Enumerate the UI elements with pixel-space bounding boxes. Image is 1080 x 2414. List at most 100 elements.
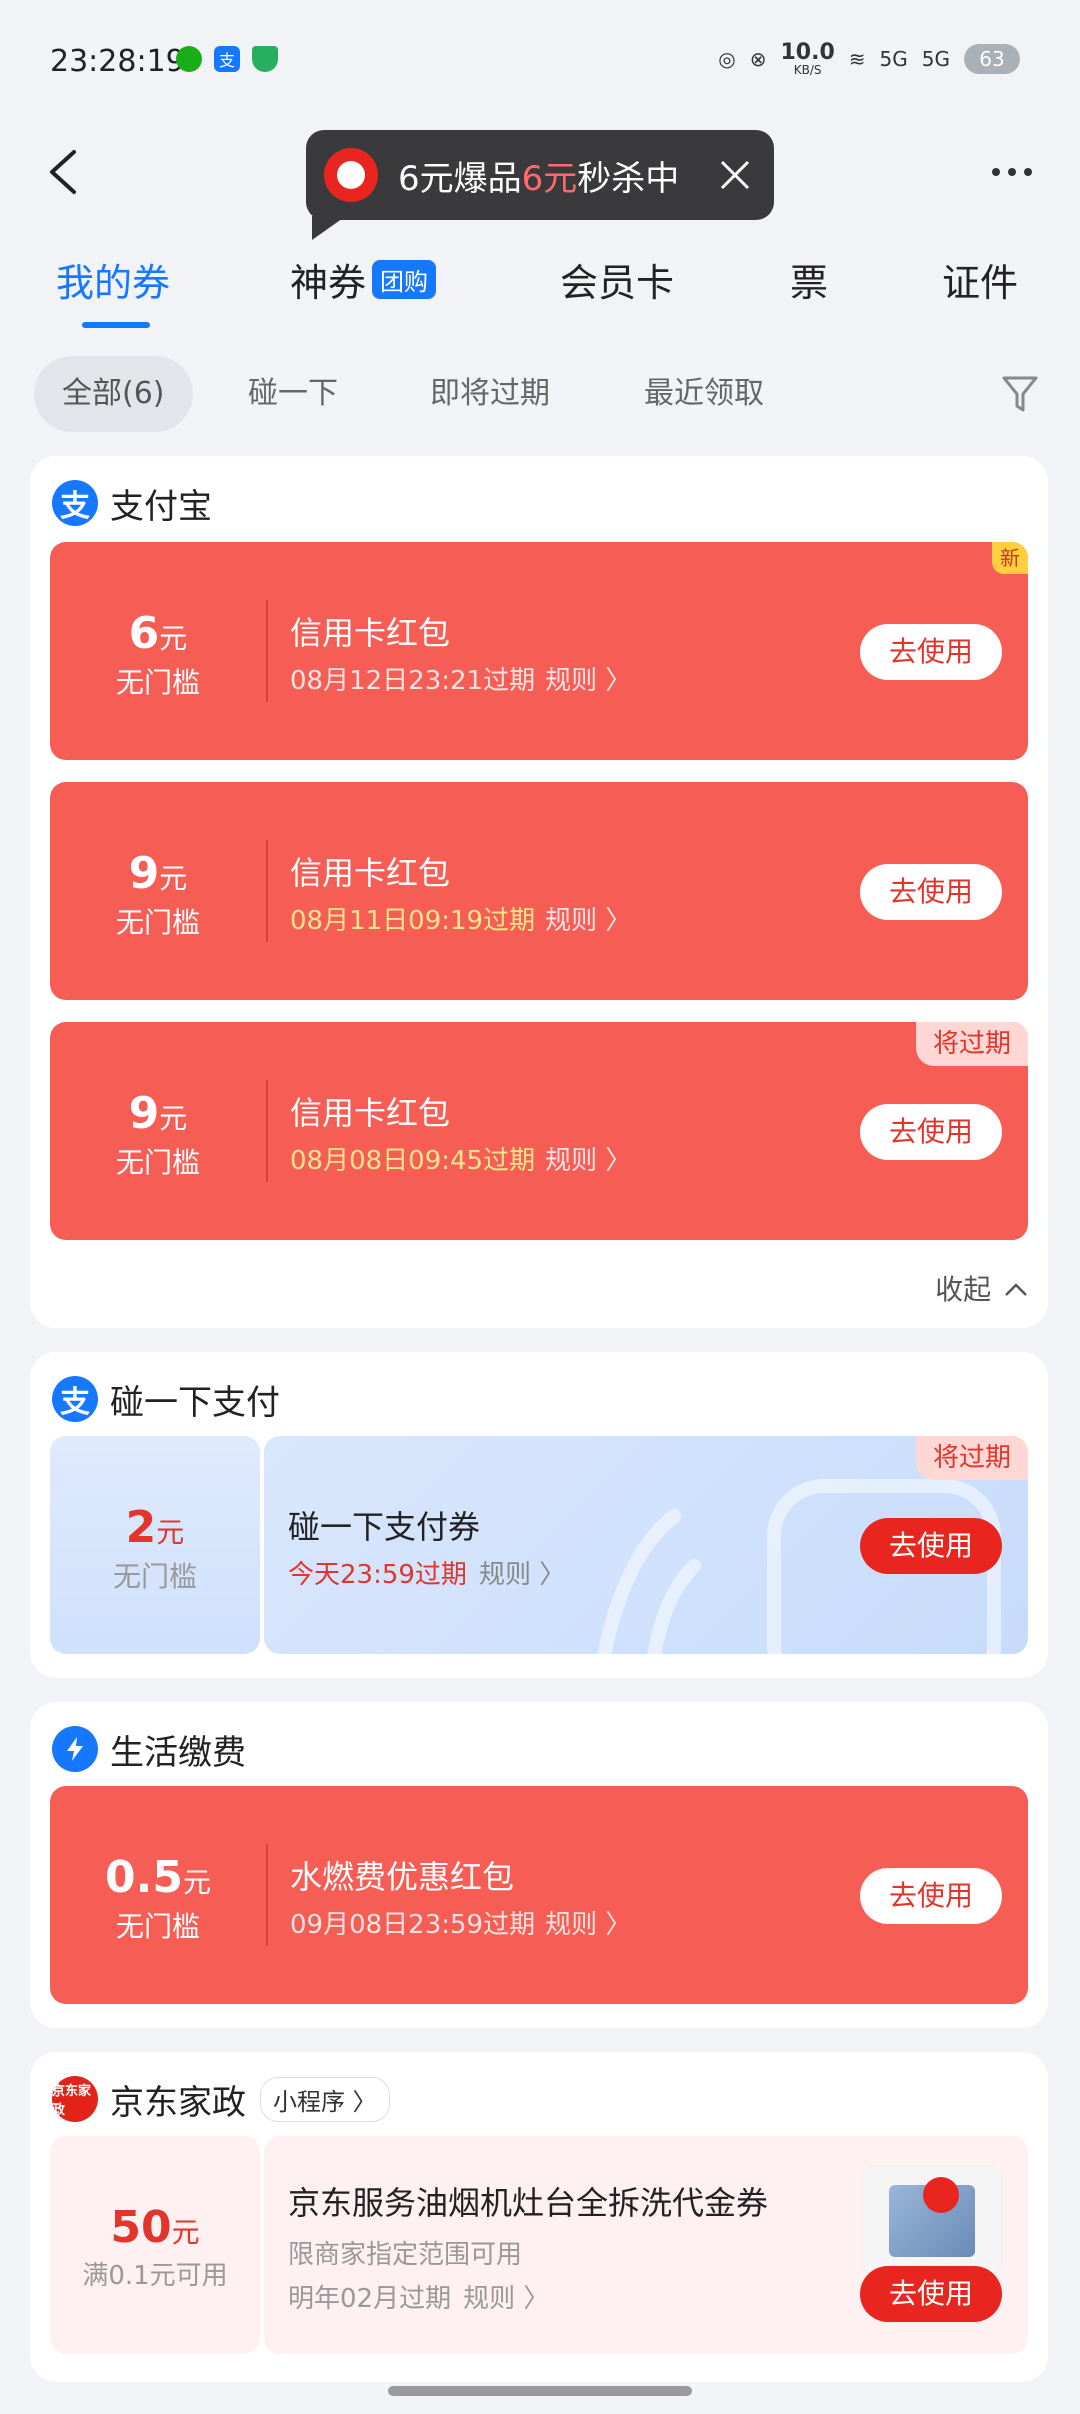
collapse-label: 收起 bbox=[935, 1273, 992, 1306]
group-buy-tag: 团购 bbox=[372, 260, 437, 299]
shield-notification-icon bbox=[252, 46, 278, 72]
promo-bubble[interactable]: 6元爆品 6元 秒杀中 bbox=[306, 130, 774, 240]
use-button[interactable]: 去使用 bbox=[860, 1518, 1002, 1574]
use-button[interactable]: 去使用 bbox=[860, 624, 1002, 680]
coupon-expiry: 08月11日09:19过期 规则 〉 bbox=[290, 900, 631, 937]
dnd-icon: ⊗ bbox=[749, 47, 767, 71]
expiry-date: 08月11日09:19过期 bbox=[290, 906, 536, 936]
expiring-badge: 将过期 bbox=[916, 1436, 1028, 1480]
filter-recent[interactable]: 最近领取 bbox=[644, 356, 764, 432]
coupon-scope: 限商家指定范围可用 bbox=[288, 2240, 523, 2270]
filter-icon[interactable] bbox=[1000, 372, 1040, 416]
filter-nfc[interactable]: 碰一下 bbox=[248, 356, 338, 432]
section-header: 支 碰一下支付 bbox=[52, 1374, 280, 1424]
coupon-title: 水燃费优惠红包 bbox=[290, 1858, 515, 1896]
coupon-amount: 0.5元 无门槛 bbox=[50, 1852, 266, 1945]
alipay-logo-icon: 支 bbox=[52, 480, 98, 526]
promo-mascot-icon bbox=[324, 148, 378, 202]
coupon-amount: 6元 无门槛 bbox=[50, 608, 266, 701]
amount-value: 2 bbox=[125, 1502, 157, 1553]
rule-link[interactable]: 规则 〉 bbox=[479, 1560, 565, 1590]
coupon-card[interactable]: 6元 无门槛 信用卡红包 08月12日23:21过期 规则 〉 去使用 新 bbox=[50, 542, 1028, 760]
section-header: 生活缴费 bbox=[52, 1724, 246, 1774]
coupon-condition: 无门槛 bbox=[115, 1910, 200, 1943]
more-options-icon[interactable] bbox=[988, 160, 1044, 184]
coupon-divider bbox=[266, 1844, 268, 1946]
wechat-notification-icon bbox=[176, 46, 202, 72]
amount-unit: 元 bbox=[171, 2216, 200, 2249]
rule-link[interactable]: 规则 〉 bbox=[545, 906, 631, 936]
coupon-amount: 9元 无门槛 bbox=[50, 1088, 266, 1181]
amount-value: 9 bbox=[128, 1088, 160, 1139]
amount-value: 9 bbox=[128, 848, 160, 899]
promo-text-1: 6元爆品 bbox=[398, 158, 522, 199]
signal-1: 5G bbox=[879, 47, 908, 71]
amount-value: 50 bbox=[110, 2202, 172, 2253]
filter-all[interactable]: 全部(6) bbox=[34, 356, 193, 432]
amount-value: 6 bbox=[128, 608, 160, 659]
battery-indicator: 63 bbox=[964, 44, 1020, 74]
coupon-detail-panel[interactable]: 碰一下支付券 今天23:59过期 规则 〉 去使用 将过期 bbox=[264, 1436, 1028, 1654]
coupon-title: 信用卡红包 bbox=[290, 614, 451, 652]
collapse-button[interactable]: 收起 bbox=[935, 1268, 1028, 1308]
rule-link[interactable]: 规则 〉 bbox=[545, 1146, 631, 1176]
coupon-card[interactable]: 9元 无门槛 信用卡红包 08月08日09:45过期 规则 〉 去使用 将过期 bbox=[50, 1022, 1028, 1240]
section-life-payment: 生活缴费 0.5元 无门槛 水燃费优惠红包 09月08日23:59过期 规则 〉 … bbox=[30, 1702, 1048, 2028]
amount-unit: 元 bbox=[182, 1866, 211, 1899]
alipay-logo-icon: 支 bbox=[52, 1376, 98, 1422]
tab-member-cards[interactable]: 会员卡 bbox=[560, 252, 674, 307]
coupon-expiry: 明年02月过期 规则 〉 bbox=[288, 2278, 549, 2315]
rule-link[interactable]: 规则 〉 bbox=[463, 2284, 549, 2314]
section-nfc-pay: 支 碰一下支付 2元 无门槛 碰一下支付券 今天23:59过期 规则 〉 去使用 … bbox=[30, 1352, 1048, 1678]
expiring-badge: 将过期 bbox=[916, 1022, 1028, 1066]
amount-unit: 元 bbox=[159, 862, 188, 895]
tab-super-coupons[interactable]: 神券 团购 bbox=[290, 252, 437, 307]
promo-text-2: 6元 bbox=[521, 158, 578, 199]
alipay-notification-icon: 支 bbox=[214, 46, 240, 72]
tab-super-coupons-label: 神券 bbox=[290, 261, 367, 305]
amount-unit: 元 bbox=[159, 622, 188, 655]
back-arrow-icon[interactable] bbox=[44, 148, 84, 196]
coupon-amount-panel[interactable]: 50元 满0.1元可用 bbox=[50, 2136, 260, 2354]
expiry-date: 08月08日09:45过期 bbox=[290, 1146, 536, 1176]
tab-documents[interactable]: 证件 bbox=[942, 252, 1018, 307]
active-tab-indicator bbox=[82, 322, 150, 328]
filter-expiring[interactable]: 即将过期 bbox=[430, 356, 550, 432]
coupon-detail-panel[interactable]: 京东服务油烟机灶台全拆洗代金券 限商家指定范围可用 明年02月过期 规则 〉 去使… bbox=[264, 2136, 1028, 2354]
section-alipay: 支 支付宝 6元 无门槛 信用卡红包 08月12日23:21过期 规则 〉 去使用… bbox=[30, 456, 1048, 1328]
coupon-title: 碰一下支付券 bbox=[288, 1508, 481, 1546]
coupon-amount-panel[interactable]: 2元 无门槛 bbox=[50, 1436, 260, 1654]
net-speed-value: 10.0 bbox=[780, 40, 835, 65]
coupon-divider bbox=[266, 1080, 268, 1182]
use-button[interactable]: 去使用 bbox=[860, 2266, 1002, 2322]
section-header: 京东家政 京东家政 小程序 〉 bbox=[52, 2074, 390, 2124]
coupon-condition: 无门槛 bbox=[115, 1146, 200, 1179]
rule-link[interactable]: 规则 〉 bbox=[545, 1910, 631, 1940]
section-title: 碰一下支付 bbox=[110, 1382, 280, 1423]
section-header: 支 支付宝 bbox=[52, 478, 212, 528]
status-time: 23:28:19 bbox=[50, 44, 185, 79]
new-badge: 新 bbox=[992, 542, 1028, 574]
coupon-divider bbox=[266, 600, 268, 702]
home-indicator[interactable] bbox=[388, 2386, 692, 2396]
tab-my-coupons[interactable]: 我的券 bbox=[56, 252, 170, 307]
filter-bar: 全部(6) 碰一下 即将过期 最近领取 bbox=[0, 356, 1080, 434]
coupon-card[interactable]: 0.5元 无门槛 水燃费优惠红包 09月08日23:59过期 规则 〉 去使用 bbox=[50, 1786, 1028, 2004]
use-button[interactable]: 去使用 bbox=[860, 1104, 1002, 1160]
rule-link[interactable]: 规则 〉 bbox=[545, 666, 631, 696]
main-tabs: 我的券 神券 团购 会员卡 票 证件 bbox=[0, 252, 1080, 332]
section-title: 支付宝 bbox=[110, 486, 212, 527]
mini-program-tag[interactable]: 小程序 〉 bbox=[260, 2076, 390, 2122]
bolt-logo-icon bbox=[52, 1726, 98, 1772]
close-icon[interactable] bbox=[718, 158, 752, 192]
section-jd-home: 京东家政 京东家政 小程序 〉 50元 满0.1元可用 京东服务油烟机灶台全拆洗… bbox=[30, 2052, 1048, 2382]
use-button[interactable]: 去使用 bbox=[860, 864, 1002, 920]
section-title: 京东家政 bbox=[110, 2082, 246, 2123]
amount-unit: 元 bbox=[156, 1516, 185, 1549]
use-button[interactable]: 去使用 bbox=[860, 1868, 1002, 1924]
tab-tickets[interactable]: 票 bbox=[790, 252, 828, 307]
coupon-title: 信用卡红包 bbox=[290, 854, 451, 892]
coupon-amount: 9元 无门槛 bbox=[50, 848, 266, 941]
coupon-card[interactable]: 9元 无门槛 信用卡红包 08月11日09:19过期 规则 〉 去使用 bbox=[50, 782, 1028, 1000]
chevron-up-icon bbox=[1005, 1283, 1027, 1296]
